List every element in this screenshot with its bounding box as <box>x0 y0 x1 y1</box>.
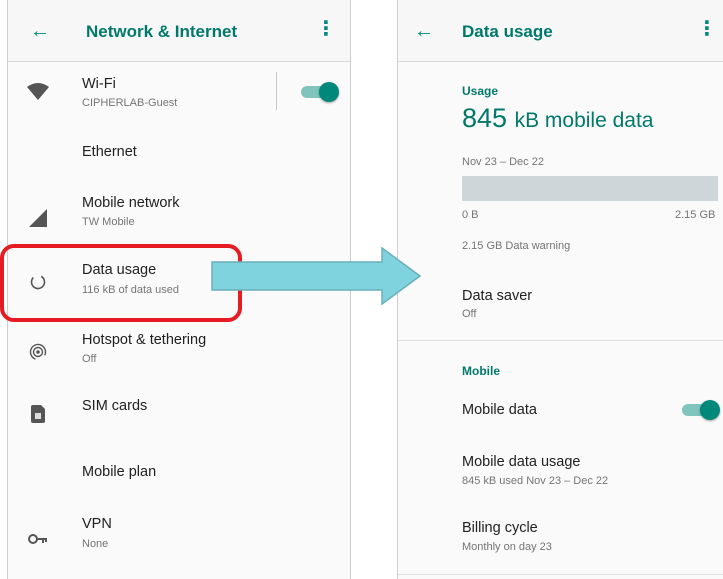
back-arrow-icon[interactable]: ← <box>414 19 434 43</box>
billing-cycle-subtitle: Monthly on day 23 <box>462 541 552 553</box>
hotspot-title: Hotspot & tethering <box>82 332 207 348</box>
mobile-plan-title: Mobile plan <box>82 464 157 480</box>
list-item-sim-cards[interactable]: SIM cards <box>8 388 350 436</box>
data-usage-screen: ← Data usage ⋮ Usage 845 kB mobile data … <box>397 0 723 579</box>
data-warning[interactable]: 2.15 GB Data warning <box>462 240 570 252</box>
mobile-data-usage-subtitle: 845 kB used Nov 23 – Dec 22 <box>462 475 609 487</box>
usage-section-label: Usage <box>462 84 499 98</box>
billing-cycle-row[interactable]: Billing cycle Monthly on day 23 <box>398 512 723 562</box>
list-item-vpn[interactable]: VPN None <box>8 508 350 564</box>
usage-bar-min-label: 0 B <box>462 209 479 221</box>
mobile-data-toggle[interactable] <box>682 400 720 420</box>
wifi-subtitle: CIPHERLAB-Guest <box>82 97 178 109</box>
billing-cycle-title: Billing cycle <box>462 520 538 536</box>
usage-amount-value: 845 <box>462 103 508 133</box>
data-saver-row[interactable]: Data saver Off <box>398 280 723 330</box>
data-saver-title: Data saver <box>462 288 533 304</box>
mobile-data-row[interactable]: Mobile data <box>398 392 723 432</box>
back-arrow-icon[interactable]: ← <box>30 19 50 43</box>
wifi-title: Wi-Fi <box>82 76 116 92</box>
sim-card-icon <box>26 402 50 426</box>
mobile-section-label: Mobile <box>462 364 500 378</box>
ethernet-title: Ethernet <box>82 144 137 160</box>
page-title: Network & Internet <box>86 22 238 41</box>
list-item-mobile-plan[interactable]: Mobile plan <box>8 452 350 497</box>
highlight-box <box>0 244 242 322</box>
signal-icon <box>26 206 50 230</box>
mobile-data-title: Mobile data <box>462 402 537 418</box>
list-item-mobile-network[interactable]: Mobile network TW Mobile <box>8 184 350 244</box>
list-item-hotspot[interactable]: Hotspot & tethering Off <box>8 322 350 382</box>
hotspot-icon <box>26 340 50 364</box>
app-bar: ← Network & Internet ⋮ <box>8 0 350 62</box>
vpn-key-icon <box>26 527 50 551</box>
usage-amount: 845 kB mobile data <box>462 103 654 134</box>
divider <box>276 72 277 110</box>
app-bar: ← Data usage ⋮ <box>398 0 723 62</box>
data-saver-subtitle: Off <box>462 308 477 320</box>
usage-bar-max-label: 2.15 GB <box>675 209 716 221</box>
connector-arrow-icon <box>211 246 422 306</box>
section-divider <box>398 340 723 341</box>
wifi-icon <box>26 80 50 104</box>
overflow-menu-icon[interactable]: ⋮ <box>697 17 717 41</box>
mobile-network-subtitle: TW Mobile <box>82 216 135 228</box>
usage-amount-unit: kB mobile data <box>514 109 654 132</box>
mobile-data-usage-title: Mobile data usage <box>462 454 581 470</box>
list-item-wifi[interactable]: Wi-Fi CIPHERLAB-Guest <box>8 62 350 122</box>
bottom-divider <box>398 574 723 575</box>
mobile-network-title: Mobile network <box>82 195 180 211</box>
page-title: Data usage <box>462 22 553 41</box>
hotspot-subtitle: Off <box>82 353 97 365</box>
wifi-toggle[interactable] <box>301 82 339 102</box>
list-item-ethernet[interactable]: Ethernet <box>8 130 350 175</box>
sim-cards-title: SIM cards <box>82 398 148 414</box>
overflow-menu-icon[interactable]: ⋮ <box>316 17 336 41</box>
vpn-subtitle: None <box>82 538 109 550</box>
usage-bar <box>462 176 718 201</box>
usage-period: Nov 23 – Dec 22 <box>462 156 544 168</box>
vpn-title: VPN <box>82 516 112 532</box>
mobile-data-usage-row[interactable]: Mobile data usage 845 kB used Nov 23 – D… <box>398 446 723 496</box>
